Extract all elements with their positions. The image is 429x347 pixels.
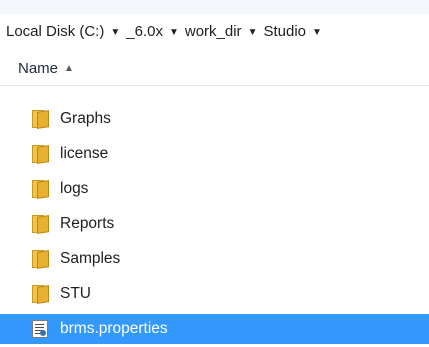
breadcrumb-label: Local Disk (C:) [6, 22, 105, 40]
properties-file-icon [32, 320, 48, 338]
file-name: license [60, 145, 109, 162]
list-item[interactable]: logs [0, 174, 429, 204]
chevron-down-icon[interactable]: ▼ [169, 27, 179, 38]
file-name: brms.properties [60, 320, 168, 337]
folder-icon [30, 145, 50, 164]
folder-icon [30, 215, 50, 234]
file-name: Graphs [60, 110, 111, 127]
chevron-down-icon[interactable]: ▼ [110, 27, 120, 38]
breadcrumb-work-dir[interactable]: work_dir ▼ [185, 23, 264, 40]
breadcrumb-label: Studio [263, 22, 307, 40]
list-item[interactable]: Graphs [0, 104, 429, 134]
column-header-row: Name ▲ [0, 50, 429, 86]
list-item[interactable]: STU [0, 279, 429, 309]
file-name: Samples [60, 250, 121, 267]
chevron-down-icon[interactable]: ▼ [312, 27, 322, 38]
folder-icon [30, 180, 50, 199]
name-column-header[interactable]: Name ▲ [18, 50, 74, 86]
breadcrumb-studio[interactable]: Studio ▼ [263, 23, 327, 40]
list-item[interactable]: Samples [0, 244, 429, 274]
breadcrumb-label: _6.0x [126, 22, 163, 40]
list-item[interactable]: Reports [0, 209, 429, 239]
breadcrumb-6-0x[interactable]: _6.0x ▼ [126, 23, 185, 40]
list-item-selected[interactable]: brms.properties [0, 314, 429, 344]
folder-icon [30, 110, 50, 129]
window-top-strip [0, 0, 429, 14]
breadcrumb-label: work_dir [184, 22, 242, 40]
name-column-label: Name [18, 59, 59, 77]
chevron-down-icon[interactable]: ▼ [248, 27, 258, 38]
breadcrumb: Local Disk (C:) ▼ _6.0x ▼ work_dir ▼ Stu… [0, 14, 429, 48]
sort-ascending-icon: ▲ [64, 62, 74, 74]
list-item[interactable]: license [0, 139, 429, 169]
file-name: logs [60, 180, 89, 197]
file-name: Reports [60, 215, 115, 232]
breadcrumb-local-disk[interactable]: Local Disk (C:) ▼ [6, 23, 126, 40]
folder-icon [30, 250, 50, 269]
folder-icon [30, 285, 50, 304]
file-name: STU [60, 285, 91, 302]
